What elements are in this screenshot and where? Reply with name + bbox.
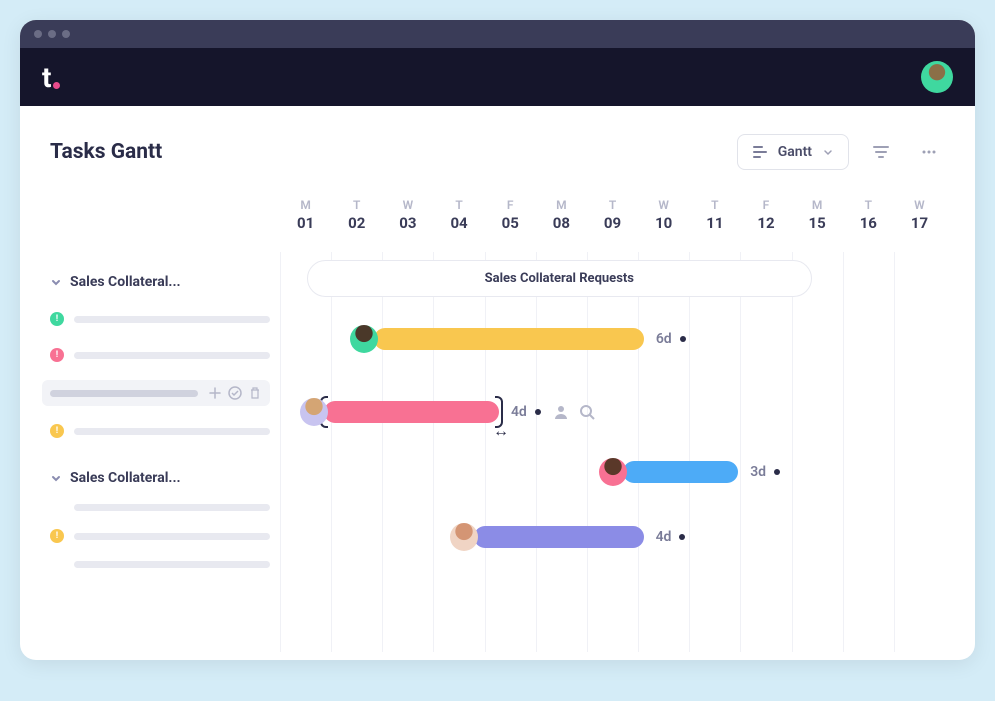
assignee-avatar[interactable] <box>450 523 478 551</box>
timeline-day: W17 <box>894 198 945 232</box>
logo-dot-icon <box>53 82 60 89</box>
duration-label: 6d <box>656 331 672 347</box>
gantt-task-row[interactable]: 4d <box>450 522 686 552</box>
timeline-day: M08 <box>536 198 587 232</box>
filter-button[interactable] <box>865 136 897 168</box>
topbar-actions: Gantt <box>737 134 945 170</box>
user-avatar[interactable] <box>921 61 953 93</box>
dot-icon <box>679 534 685 540</box>
task-item[interactable]: ! <box>50 308 270 330</box>
page-topbar: Tasks Gantt Gantt <box>50 134 945 170</box>
trash-icon[interactable] <box>248 386 262 400</box>
duration-label: 4d <box>511 404 527 420</box>
task-bar-selected[interactable]: ↔ <box>324 401 499 423</box>
resize-handle-icon[interactable]: ↔ <box>493 421 509 441</box>
more-button[interactable] <box>913 136 945 168</box>
duration-label: 4d <box>656 529 672 545</box>
task-placeholder <box>74 352 270 359</box>
assignee-avatar[interactable] <box>599 458 627 486</box>
status-warning-icon: ! <box>50 529 64 543</box>
gantt-body: Sales Collateral Requests 6d ↔ 4d <box>280 252 945 652</box>
timeline-day: T11 <box>689 198 740 232</box>
task-item[interactable]: ! <box>50 420 270 442</box>
group-bar-label: Sales Collateral Requests <box>485 271 634 286</box>
grid-lines <box>280 252 945 652</box>
gantt-task-row[interactable]: 6d <box>350 324 686 354</box>
check-circle-icon[interactable] <box>228 386 242 400</box>
timeline-day: M15 <box>792 198 843 232</box>
status-done-icon: ! <box>50 312 64 326</box>
filter-icon <box>872 143 890 161</box>
timeline-day: F05 <box>485 198 536 232</box>
group-header-2[interactable]: Sales Collateral... <box>50 470 270 486</box>
search-icon[interactable] <box>579 404 595 420</box>
browser-window: t Tasks Gantt Gantt <box>20 20 975 660</box>
traffic-light-minimize[interactable] <box>48 30 56 38</box>
add-icon[interactable] <box>208 386 222 400</box>
app-logo[interactable]: t <box>42 61 60 94</box>
duration-label: 3d <box>750 464 766 480</box>
task-placeholder <box>74 428 270 435</box>
chevron-down-icon <box>822 146 834 158</box>
task-bar[interactable] <box>474 526 644 548</box>
task-item-hovered[interactable] <box>42 380 270 406</box>
task-placeholder <box>50 390 198 397</box>
browser-chrome <box>20 20 975 48</box>
app-header: t <box>20 48 975 106</box>
timeline-day: T02 <box>331 198 382 232</box>
gantt-task-row-selected[interactable]: ↔ 4d <box>300 397 595 427</box>
traffic-light-maximize[interactable] <box>62 30 70 38</box>
task-placeholder[interactable] <box>74 561 270 568</box>
assignee-avatar[interactable] <box>300 398 328 426</box>
timeline-day: T09 <box>587 198 638 232</box>
dot-icon <box>774 469 780 475</box>
task-item[interactable]: ! <box>50 525 270 547</box>
gantt-group-bar[interactable]: Sales Collateral Requests <box>307 260 812 297</box>
gantt-icon <box>752 144 768 160</box>
timeline-day: W10 <box>638 198 689 232</box>
timeline-header: M01T02W03T04F05M08T09W10T11F12M15T16W17 <box>280 198 945 232</box>
dot-icon <box>680 336 686 342</box>
task-bar[interactable] <box>623 461 738 483</box>
timeline-day: T16 <box>843 198 894 232</box>
gantt-task-row[interactable]: 3d <box>599 457 780 487</box>
logo-text: t <box>42 61 51 94</box>
group-name: Sales Collateral... <box>70 274 181 290</box>
timeline-day: T04 <box>433 198 484 232</box>
main-area: Sales Collateral... ! ! <box>50 198 945 654</box>
task-placeholder <box>74 533 270 540</box>
task-row-actions <box>208 386 262 400</box>
dot-icon <box>535 409 541 415</box>
view-selector[interactable]: Gantt <box>737 134 849 170</box>
person-icon[interactable] <box>553 404 569 420</box>
task-row-icons <box>553 404 595 420</box>
timeline-day: F12 <box>740 198 791 232</box>
more-icon <box>920 143 938 161</box>
timeline-day: M01 <box>280 198 331 232</box>
gantt-chart: M01T02W03T04F05M08T09W10T11F12M15T16W17 … <box>280 198 945 654</box>
task-placeholder <box>74 316 270 323</box>
group-header-1[interactable]: Sales Collateral... <box>50 274 270 290</box>
timeline-day: W03 <box>382 198 433 232</box>
page-title: Tasks Gantt <box>50 140 162 164</box>
status-alert-icon: ! <box>50 348 64 362</box>
group-name: Sales Collateral... <box>70 470 181 486</box>
chevron-down-icon <box>50 276 62 288</box>
traffic-light-close[interactable] <box>34 30 42 38</box>
view-label: Gantt <box>778 144 812 160</box>
chevron-down-icon <box>50 472 62 484</box>
task-bar[interactable] <box>374 328 644 350</box>
task-item[interactable]: ! <box>50 344 270 366</box>
status-warning-icon: ! <box>50 424 64 438</box>
sidebar: Sales Collateral... ! ! <box>50 198 270 654</box>
page-content: Tasks Gantt Gantt Sales Collat <box>20 106 975 660</box>
assignee-avatar[interactable] <box>350 325 378 353</box>
task-placeholder[interactable] <box>74 504 270 511</box>
